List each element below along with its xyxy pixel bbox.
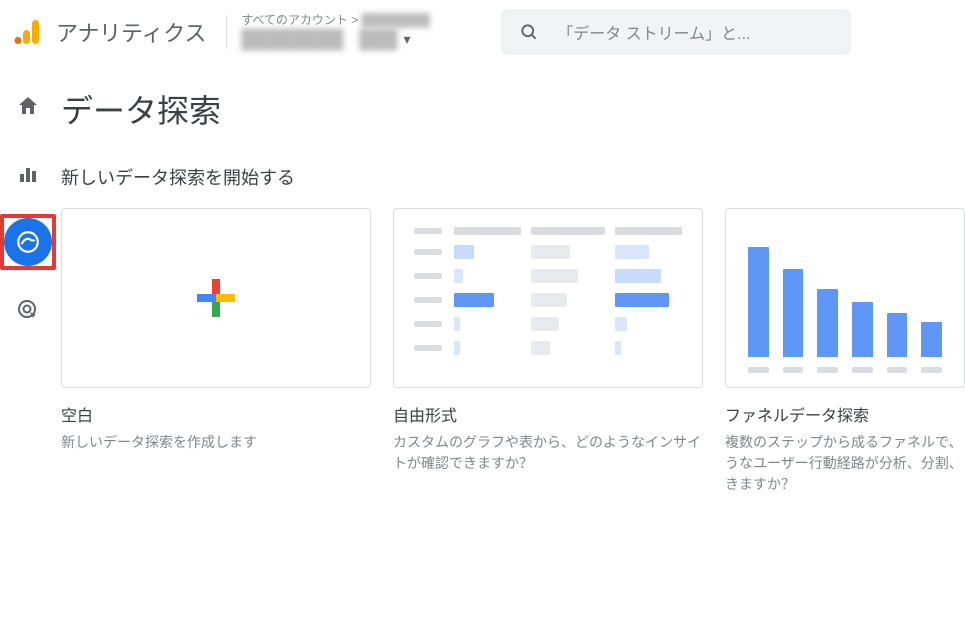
page-title: データ探索 xyxy=(61,86,965,132)
app-header: アナリティクス すべてのアカウント > ████████ ████████ · … xyxy=(0,0,965,64)
nav-reports[interactable] xyxy=(4,150,52,198)
card-blank: 空白 新しいデータ探索を作成します xyxy=(61,208,371,495)
account-picker[interactable]: すべてのアカウント > ████████ ████████ · ███ ▾ xyxy=(241,13,481,51)
card-freeform-preview[interactable] xyxy=(393,208,703,388)
funnel-chart-thumbnail-icon xyxy=(726,209,964,387)
card-funnel-preview[interactable] xyxy=(725,208,965,388)
search-input[interactable]: 「データ ストリーム」と... xyxy=(501,9,851,55)
card-desc: 新しいデータ探索を作成します xyxy=(61,432,371,453)
card-freeform: 自由形式 カスタムのグラフや表から、どのようなインサイトが確認できますか？ xyxy=(393,208,703,495)
account-breadcrumb-prefix: すべてのアカウント > xyxy=(241,13,358,27)
annotation-highlight xyxy=(0,214,56,270)
logo[interactable]: アナリティクス xyxy=(12,16,206,48)
card-funnel: ファネルデータ探索 複数のステップから成るファネルで、うなユーザー行動経路が分析… xyxy=(725,208,965,495)
bar-chart-icon xyxy=(16,162,40,186)
chevron-down-icon: ▾ xyxy=(403,31,410,49)
home-icon xyxy=(16,94,40,118)
card-blank-preview[interactable] xyxy=(61,208,371,388)
nav-home[interactable] xyxy=(4,82,52,130)
divider xyxy=(226,15,227,49)
search-placeholder: 「データ ストリーム」と... xyxy=(557,20,750,44)
card-desc: 複数のステップから成るファネルで、うなユーザー行動経路が分析、分割、きますか？ xyxy=(725,432,965,495)
plus-icon xyxy=(197,279,235,317)
table-thumbnail-icon xyxy=(394,209,702,387)
card-desc: カスタムのグラフや表から、どのようなインサイトが確認できますか？ xyxy=(393,432,703,474)
app-title: アナリティクス xyxy=(56,16,206,48)
nav-explore[interactable] xyxy=(4,218,52,266)
analytics-logo-icon xyxy=(12,16,44,48)
template-cards-row: 空白 新しいデータ探索を作成します 自由形式 カスタムのグラフや表から、どのよう… xyxy=(61,208,965,495)
nav-advertising[interactable] xyxy=(4,286,52,334)
main-content: データ探索 新しいデータ探索を開始する 空白 新しいデータ探索を作成します xyxy=(55,64,965,633)
section-subtitle: 新しいデータ探索を開始する xyxy=(61,164,965,190)
sidebar xyxy=(0,64,55,633)
card-title: 自由形式 xyxy=(393,402,703,426)
search-icon xyxy=(519,22,539,42)
property-name-redacted: ████████ · ███ xyxy=(241,28,397,51)
account-name-redacted: ████████ xyxy=(362,13,430,27)
card-title: ファネルデータ探索 xyxy=(725,402,965,426)
target-click-icon xyxy=(16,298,40,322)
card-title: 空白 xyxy=(61,402,371,426)
